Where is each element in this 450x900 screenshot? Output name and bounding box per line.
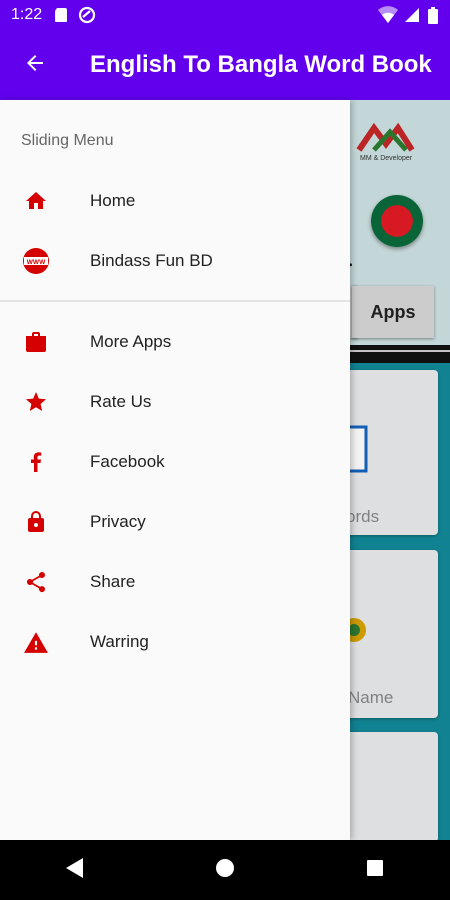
arrow-back-icon (23, 51, 47, 80)
menu-item-label: Rate Us (90, 392, 152, 411)
system-navigation-bar (0, 840, 450, 900)
menu-item-label: Warring (90, 632, 149, 651)
sd-card-icon (54, 7, 68, 23)
menu-item-label: Privacy (90, 512, 146, 531)
svg-text:WWW: WWW (27, 259, 46, 266)
menu-item-home[interactable]: Home (0, 171, 350, 231)
menu-item-label: Share (90, 572, 136, 591)
menu-item-warring[interactable]: Warring (0, 612, 350, 672)
navigation-drawer: Sliding Menu Home WWW Bindass Fun BD Mor… (0, 100, 350, 840)
menu-item-bindass-fun-bd[interactable]: WWW Bindass Fun BD (0, 231, 350, 291)
data-saver-icon (78, 6, 96, 24)
menu-item-rate-us[interactable]: Rate Us (0, 372, 350, 432)
shopping-bag-icon (22, 328, 50, 356)
app-bar: English To Bangla Word Book (0, 30, 450, 100)
menu-divider (0, 300, 350, 302)
triangle-back-icon (65, 857, 85, 884)
nav-back-button[interactable] (45, 840, 105, 900)
menu-item-label: Home (90, 191, 136, 210)
home-icon (22, 187, 50, 215)
nav-home-button[interactable] (195, 840, 255, 900)
lock-icon (22, 508, 50, 536)
share-icon (22, 568, 50, 596)
www-icon: WWW (22, 247, 50, 275)
menu-item-more-apps[interactable]: More Apps (0, 312, 350, 372)
drawer-section-title: Sliding Menu (21, 132, 114, 149)
menu-item-share[interactable]: Share (0, 552, 350, 612)
warning-icon (22, 628, 50, 656)
battery-icon (428, 6, 438, 24)
menu-item-label: Bindass Fun BD (90, 251, 213, 270)
circle-home-icon (215, 858, 235, 883)
menu-item-privacy[interactable]: Privacy (0, 492, 350, 552)
signal-icon (404, 7, 420, 23)
star-icon (22, 388, 50, 416)
wifi-icon (378, 6, 398, 24)
status-time: 1:22 (11, 6, 43, 23)
status-bar: 1:22 (0, 0, 450, 30)
square-recents-icon (366, 859, 384, 882)
back-button[interactable] (0, 30, 70, 100)
nav-recents-button[interactable] (345, 840, 405, 900)
menu-item-label: More Apps (90, 332, 172, 351)
page-title: English To Bangla Word Book (90, 51, 432, 78)
facebook-icon (22, 448, 50, 476)
menu-item-facebook[interactable]: Facebook (0, 432, 350, 492)
menu-item-label: Facebook (90, 452, 165, 471)
